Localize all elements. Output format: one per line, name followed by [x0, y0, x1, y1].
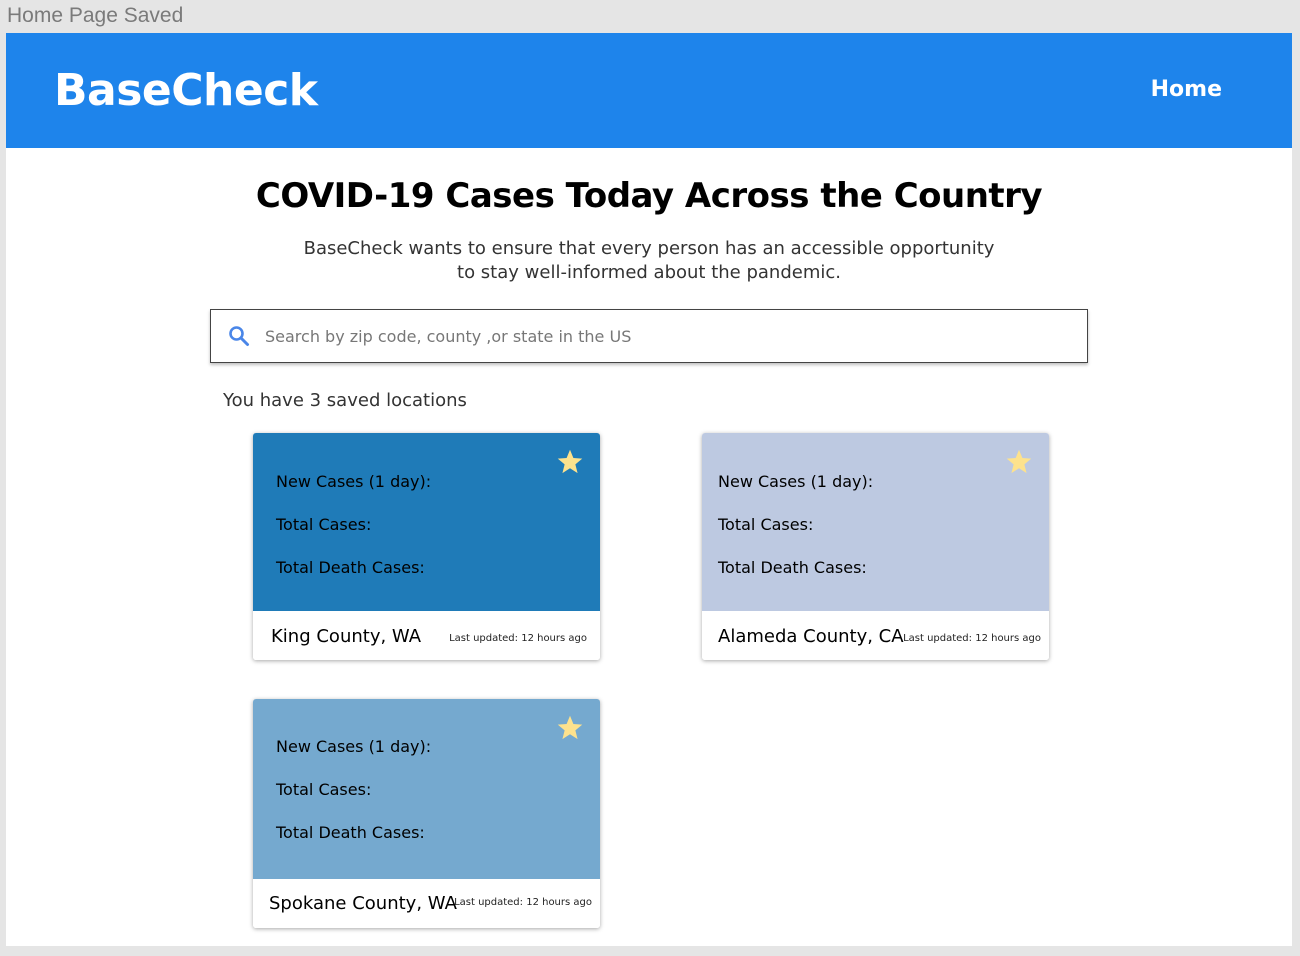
card-footer: King County, WA Last updated: 12 hours a…: [253, 611, 600, 660]
new-cases-label: New Cases (1 day):: [276, 737, 432, 756]
star-icon[interactable]: [556, 714, 584, 742]
total-cases-label: Total Cases:: [276, 780, 372, 799]
card-stats-panel: New Cases (1 day): Total Cases: Total De…: [253, 433, 600, 611]
page: BaseCheck Home COVID-19 Cases Today Acro…: [6, 33, 1292, 946]
total-deaths-label: Total Death Cases:: [718, 558, 867, 577]
search-bar[interactable]: [210, 309, 1088, 363]
frame-label: Home Page Saved: [7, 4, 184, 27]
search-icon[interactable]: [227, 324, 251, 348]
card-location-name: Spokane County, WA: [269, 893, 457, 914]
location-card[interactable]: New Cases (1 day): Total Cases: Total De…: [253, 699, 600, 928]
card-location-name: Alameda County, CA: [718, 626, 904, 647]
star-icon[interactable]: [1005, 448, 1033, 476]
card-last-updated: Last updated: 12 hours ago: [903, 633, 1041, 644]
page-title: COVID-19 Cases Today Across the Country: [255, 176, 1043, 216]
page-subtitle: BaseCheck wants to ensure that every per…: [303, 238, 995, 283]
nav-home-link[interactable]: Home: [1151, 77, 1222, 102]
saved-locations-count: You have 3 saved locations: [223, 390, 467, 411]
total-deaths-label: Total Death Cases:: [276, 823, 425, 842]
location-card[interactable]: New Cases (1 day): Total Cases: Total De…: [253, 433, 600, 660]
total-cases-label: Total Cases:: [276, 515, 372, 534]
card-footer: Spokane County, WA Last updated: 12 hour…: [253, 879, 600, 928]
card-stats-panel: New Cases (1 day): Total Cases: Total De…: [253, 699, 600, 879]
card-stats-panel: New Cases (1 day): Total Cases: Total De…: [702, 433, 1049, 611]
new-cases-label: New Cases (1 day):: [718, 472, 874, 491]
location-card[interactable]: New Cases (1 day): Total Cases: Total De…: [702, 433, 1049, 660]
total-deaths-label: Total Death Cases:: [276, 558, 425, 577]
card-footer: Alameda County, CA Last updated: 12 hour…: [702, 611, 1049, 660]
header: BaseCheck Home: [6, 33, 1292, 148]
card-last-updated: Last updated: 12 hours ago: [454, 897, 592, 908]
total-cases-label: Total Cases:: [718, 515, 814, 534]
card-last-updated: Last updated: 12 hours ago: [449, 633, 587, 644]
search-input[interactable]: [263, 325, 1047, 347]
star-icon[interactable]: [556, 448, 584, 476]
card-location-name: King County, WA: [271, 626, 422, 647]
new-cases-label: New Cases (1 day):: [276, 472, 432, 491]
brand-logo[interactable]: BaseCheck: [54, 65, 318, 116]
